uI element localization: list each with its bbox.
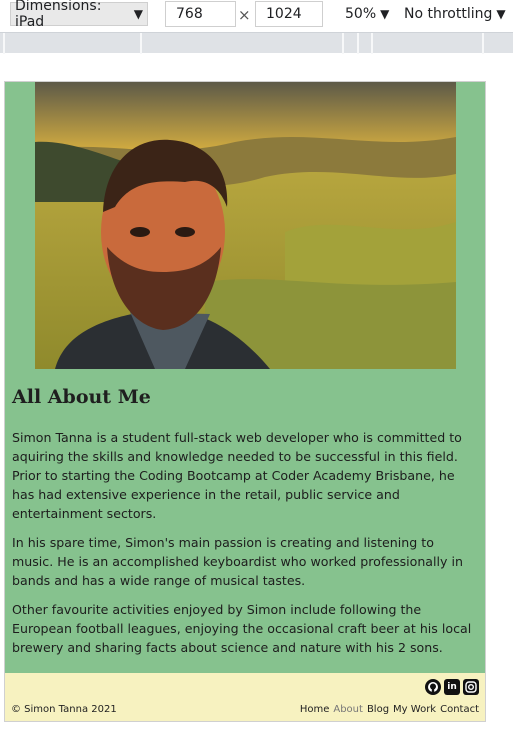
profile-photo-image — [35, 82, 456, 369]
nav-link-contact[interactable]: Contact — [440, 704, 479, 715]
profile-photo — [35, 82, 456, 369]
throttling-select[interactable]: No throttling ▼ — [404, 2, 506, 26]
ruler-tick — [371, 33, 373, 54]
site-footer: in © Simon Tanna 2021 Home About Blog My… — [5, 673, 485, 721]
linkedin-icon[interactable]: in — [444, 679, 460, 695]
throttling-label: No throttling — [404, 6, 493, 22]
social-links: in — [425, 679, 479, 695]
dimensions-select[interactable]: Dimensions: iPad ▼ — [10, 0, 148, 30]
zoom-label: 50% — [345, 6, 377, 22]
media-query-ruler[interactable] — [0, 32, 513, 54]
chevron-down-icon: ▼ — [380, 7, 390, 21]
about-text: Simon Tanna is a student full-stack web … — [12, 428, 478, 667]
github-icon[interactable] — [425, 679, 441, 695]
ruler-tick — [482, 33, 484, 54]
times-separator: × — [238, 6, 251, 24]
ruler-tick — [3, 33, 5, 54]
device-toolbar: Dimensions: iPad ▼ 768 × 1024 50% ▼ No t… — [0, 0, 513, 31]
dimensions-label: Dimensions: iPad — [15, 0, 102, 30]
zoom-select[interactable]: 50% ▼ — [345, 2, 389, 26]
nav-link-about[interactable]: About — [333, 704, 363, 715]
ruler-tick — [357, 33, 359, 54]
footer-nav: Home About Blog My Work Contact — [300, 704, 479, 715]
instagram-icon[interactable] — [463, 679, 479, 695]
chevron-down-icon: ▼ — [496, 7, 506, 21]
nav-link-blog[interactable]: Blog — [367, 704, 389, 715]
width-input[interactable]: 768 — [165, 1, 236, 27]
page-title: All About Me — [12, 386, 151, 408]
chevron-down-icon: ▼ — [133, 7, 143, 21]
height-input[interactable]: 1024 — [255, 1, 323, 27]
ruler-tick — [342, 33, 344, 54]
copyright-text: © Simon Tanna 2021 — [11, 704, 117, 715]
about-paragraph: Other favourite activities enjoyed by Si… — [12, 602, 472, 655]
nav-link-home[interactable]: Home — [300, 704, 330, 715]
nav-link-my-work[interactable]: My Work — [393, 704, 436, 715]
about-paragraph: In his spare time, Simon's main passion … — [12, 535, 463, 588]
about-paragraph: Simon Tanna is a student full-stack web … — [12, 430, 462, 521]
device-viewport: All About Me Simon Tanna is a student fu… — [4, 81, 486, 722]
ruler-tick — [140, 33, 142, 54]
